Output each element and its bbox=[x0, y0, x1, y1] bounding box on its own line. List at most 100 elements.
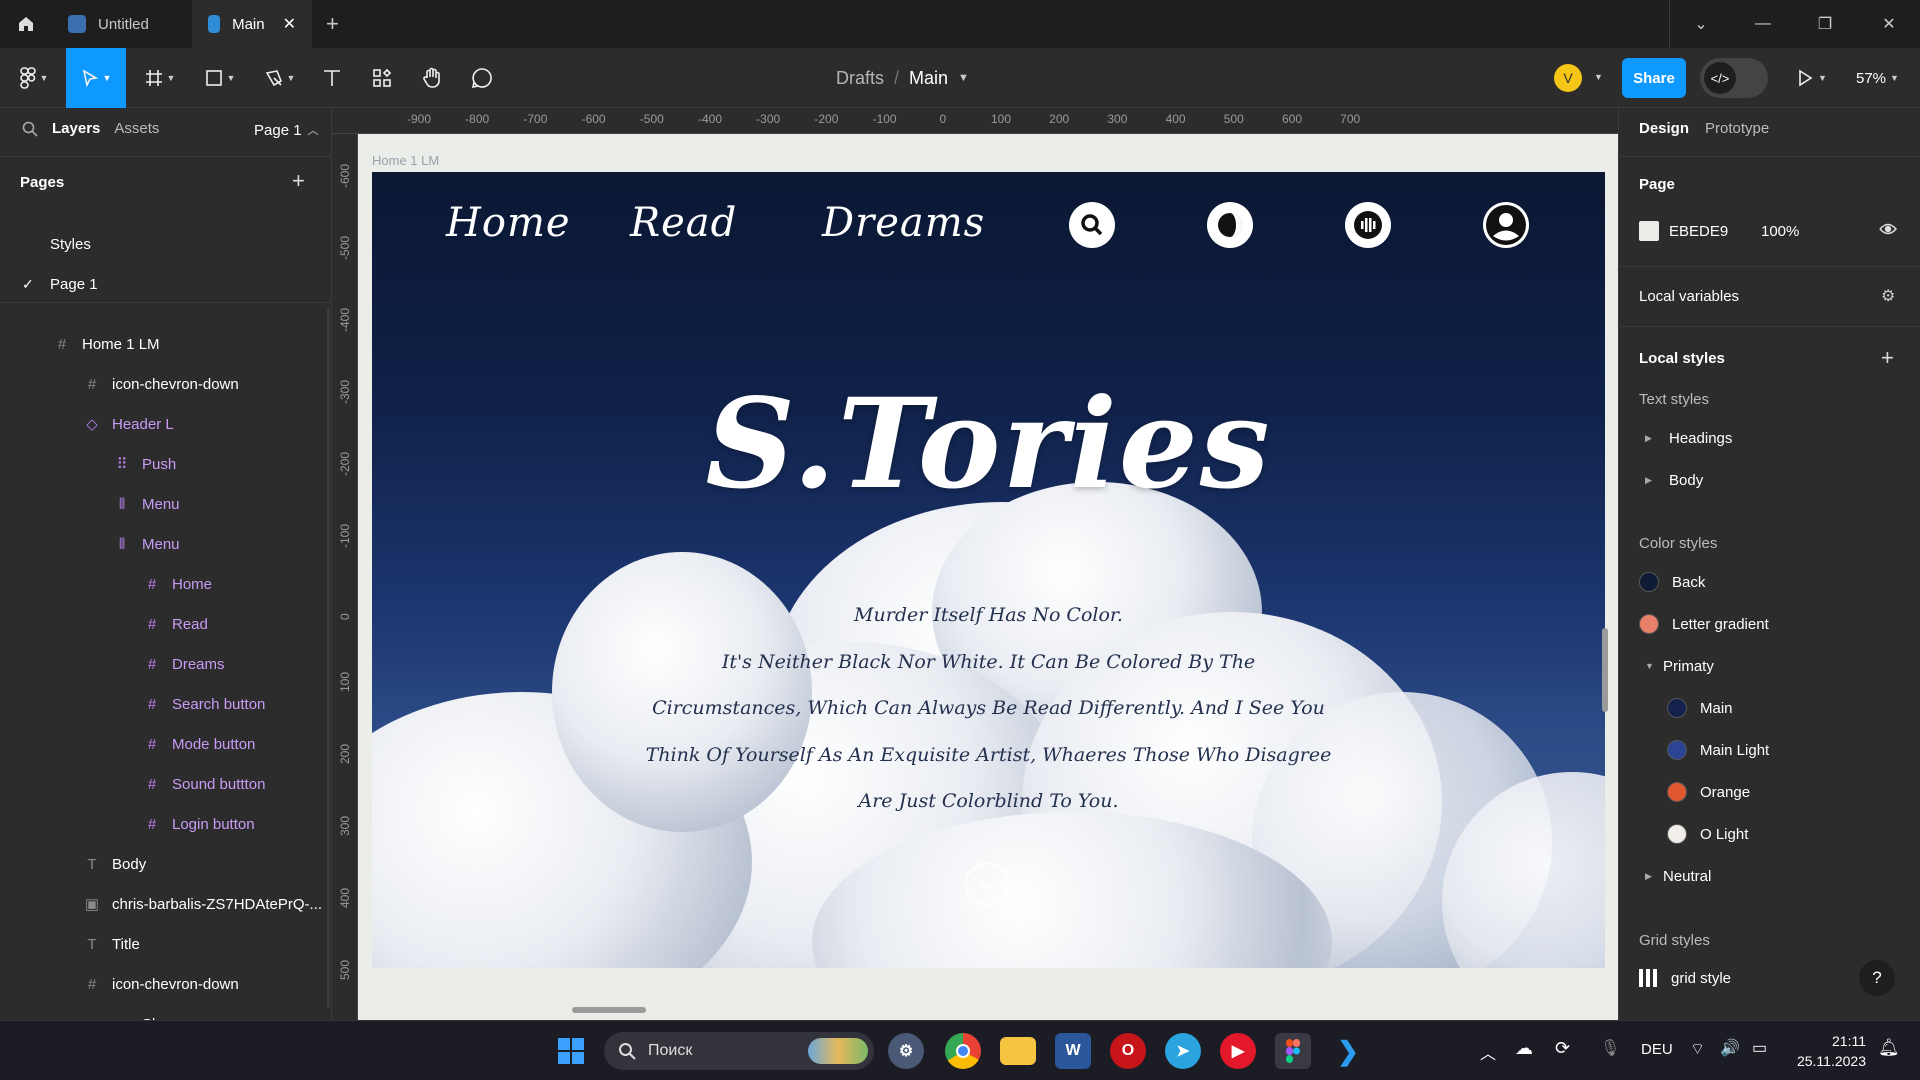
text-style-headings[interactable]: ▶ Headings bbox=[1619, 420, 1920, 456]
chevron-down-icon[interactable]: ▼ bbox=[1594, 72, 1603, 82]
layer-item[interactable]: ⦀ Menu bbox=[0, 524, 331, 564]
notification-bell-icon[interactable]: 🔔︎ bbox=[1878, 1038, 1900, 1058]
color-style-item[interactable]: Main bbox=[1619, 690, 1920, 726]
vertical-scrollbar[interactable] bbox=[1602, 628, 1608, 712]
sync-icon[interactable]: ⟳ bbox=[1555, 1038, 1570, 1059]
home-tab[interactable] bbox=[0, 0, 52, 48]
battery-icon[interactable]: ▭ bbox=[1752, 1038, 1767, 1058]
taskbar-search[interactable]: Поиск bbox=[604, 1032, 874, 1070]
user-avatar[interactable]: V bbox=[1554, 64, 1582, 92]
restore-button[interactable]: ❐ bbox=[1794, 0, 1856, 48]
layer-item[interactable]: ⦀ Menu bbox=[0, 484, 331, 524]
help-button[interactable]: ? bbox=[1859, 960, 1895, 996]
figma-app-icon[interactable] bbox=[1275, 1033, 1311, 1069]
onedrive-icon[interactable]: ☁ bbox=[1515, 1038, 1533, 1059]
frame-label[interactable]: Home 1 LM bbox=[372, 153, 439, 168]
layer-item[interactable]: # Home bbox=[0, 564, 331, 604]
layer-item[interactable]: T Body bbox=[0, 844, 331, 884]
layer-item[interactable]: # Sound buttton bbox=[0, 764, 331, 804]
text-style-body[interactable]: ▶ Body bbox=[1619, 462, 1920, 498]
file-explorer-icon[interactable] bbox=[1000, 1037, 1036, 1065]
search-icon[interactable] bbox=[22, 121, 38, 137]
word-app-icon[interactable]: W bbox=[1055, 1033, 1091, 1069]
vscode-app-icon[interactable]: ❯ bbox=[1330, 1033, 1366, 1069]
nav-dreams[interactable]: Dreams bbox=[822, 200, 985, 246]
main-menu-button[interactable]: ▼ bbox=[12, 48, 56, 108]
close-icon[interactable]: ✕ bbox=[283, 14, 296, 34]
chrome-app-icon[interactable] bbox=[945, 1033, 981, 1069]
nav-read[interactable]: Read bbox=[630, 200, 737, 246]
move-tool-button[interactable]: ▼ bbox=[66, 48, 126, 108]
telegram-app-icon[interactable]: ➤ bbox=[1165, 1033, 1201, 1069]
clock[interactable]: 21:11 25.11.2023 bbox=[1790, 1031, 1866, 1071]
layer-item[interactable]: # Dreams bbox=[0, 644, 331, 684]
mode-button[interactable] bbox=[1207, 202, 1253, 248]
tray-overflow-icon[interactable]: ︿ bbox=[1480, 1040, 1496, 1064]
minimize-button[interactable]: — bbox=[1732, 0, 1794, 48]
page-selector[interactable]: Page 1 ︿ bbox=[254, 122, 319, 139]
layer-item[interactable]: # icon-chevron-down bbox=[0, 964, 331, 1004]
pen-tool-button[interactable]: ▼ bbox=[258, 48, 302, 108]
color-style-item[interactable]: Back bbox=[1619, 564, 1920, 600]
layer-item[interactable]: # Home 1 LM bbox=[0, 324, 331, 364]
sound-button[interactable] bbox=[1345, 202, 1391, 248]
tab-assets[interactable]: Assets bbox=[114, 120, 159, 137]
tab-prototype[interactable]: Prototype bbox=[1705, 120, 1769, 137]
variables-settings-icon[interactable]: ⚙ bbox=[1881, 286, 1895, 306]
present-button[interactable]: ▼ bbox=[1796, 48, 1827, 108]
page-color-hex[interactable]: EBEDE9 bbox=[1669, 223, 1761, 240]
nav-home[interactable]: Home bbox=[446, 200, 571, 246]
page-opacity[interactable]: 100% bbox=[1761, 223, 1799, 240]
page-color-swatch[interactable] bbox=[1639, 221, 1659, 241]
hero-title[interactable]: S.Tories bbox=[372, 372, 1605, 517]
dev-mode-toggle[interactable]: </> bbox=[1700, 58, 1768, 98]
layer-item[interactable]: ◇ Header L bbox=[0, 404, 331, 444]
share-button[interactable]: Share bbox=[1622, 58, 1686, 98]
layer-item[interactable]: # Read bbox=[0, 604, 331, 644]
layer-item[interactable]: # icon-chevron-down bbox=[0, 364, 331, 404]
text-tool-button[interactable] bbox=[316, 48, 348, 108]
new-tab-button[interactable]: + bbox=[312, 0, 353, 48]
hero-body[interactable]: Murder Itself Has No Color. It's Neither… bbox=[612, 592, 1365, 825]
comment-tool-button[interactable] bbox=[466, 48, 498, 108]
language-indicator[interactable]: DEU bbox=[1641, 1041, 1673, 1058]
page-item-styles[interactable]: Styles bbox=[0, 224, 331, 264]
color-style-group[interactable]: ▼ Primaty bbox=[1619, 648, 1920, 684]
frame-tool-button[interactable]: ▼ bbox=[138, 48, 182, 108]
opera-app-icon[interactable]: O bbox=[1110, 1033, 1146, 1069]
close-window-button[interactable]: ✕ bbox=[1858, 0, 1920, 48]
layer-item[interactable]: T Title bbox=[0, 924, 331, 964]
page-item-page-1[interactable]: ✓ Page 1 bbox=[0, 264, 331, 304]
settings-app-icon[interactable]: ⚙ bbox=[888, 1033, 924, 1069]
color-style-group[interactable]: ▶ Neutral bbox=[1619, 858, 1920, 894]
color-style-item[interactable]: Main Light bbox=[1619, 732, 1920, 768]
page-color-row[interactable]: EBEDE9 100% bbox=[1619, 216, 1920, 246]
add-style-button[interactable]: + bbox=[1881, 345, 1894, 371]
add-page-button[interactable]: + bbox=[292, 168, 305, 194]
login-button[interactable] bbox=[1483, 202, 1529, 248]
windows-start-button[interactable] bbox=[553, 1033, 589, 1069]
canvas[interactable]: -900 -800 -700 -600 -500 -400 -300 -200 -100 0 100… bbox=[332, 108, 1618, 1020]
left-panel-scroll[interactable] bbox=[327, 308, 330, 1008]
hand-tool-button[interactable] bbox=[416, 48, 448, 108]
color-style-item[interactable]: Orange bbox=[1619, 774, 1920, 810]
tab-untitled[interactable]: Untitled bbox=[52, 0, 192, 48]
layer-item[interactable]: # Mode button bbox=[0, 724, 331, 764]
layer-item[interactable]: # Login button bbox=[0, 804, 331, 844]
layer-item[interactable]: ⠿ Push bbox=[0, 444, 331, 484]
wifi-icon[interactable]: ⌔ bbox=[1690, 1039, 1705, 1059]
chevron-down-icon[interactable]: ⌄ bbox=[1670, 0, 1732, 48]
tab-design[interactable]: Design bbox=[1639, 120, 1689, 137]
local-variables-row[interactable]: Local variables ⚙ bbox=[1619, 276, 1920, 316]
scroll-down-button[interactable] bbox=[965, 862, 1009, 906]
tab-layers[interactable]: Layers bbox=[52, 120, 100, 137]
eye-icon[interactable] bbox=[1879, 222, 1898, 240]
breadcrumb-drafts[interactable]: Drafts bbox=[836, 68, 884, 89]
zoom-menu[interactable]: 57% ▼ bbox=[1856, 48, 1899, 108]
microphone-icon[interactable]: 🎙 bbox=[1600, 1038, 1620, 1058]
resources-button[interactable] bbox=[366, 48, 398, 108]
chevron-down-icon[interactable]: ▼ bbox=[958, 72, 969, 84]
color-style-item[interactable]: Letter gradient bbox=[1619, 606, 1920, 642]
horizontal-scrollbar[interactable] bbox=[572, 1007, 646, 1013]
file-name[interactable]: Main bbox=[909, 68, 948, 89]
